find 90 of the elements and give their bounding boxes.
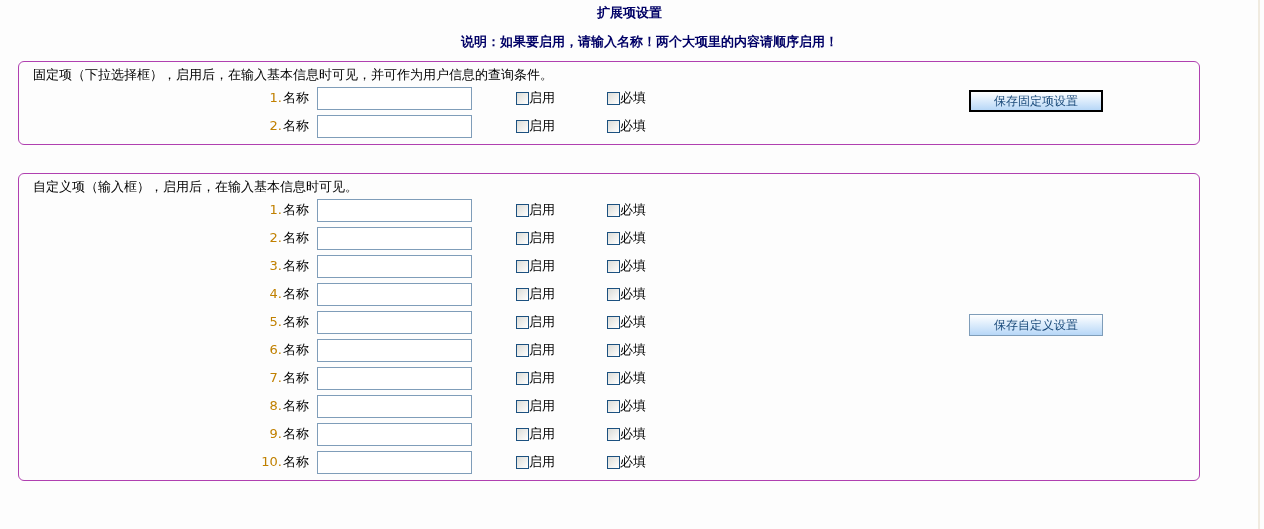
- checkbox[interactable]: [516, 287, 529, 301]
- checkbox-label: 启用: [529, 117, 555, 136]
- field-label: 名称: [283, 425, 309, 444]
- checkbox-label: 必填: [620, 201, 646, 220]
- input-field[interactable]: [317, 366, 472, 390]
- checkbox[interactable]: [516, 91, 529, 105]
- input-field[interactable]: [317, 254, 472, 278]
- checkbox-label: 必填: [620, 89, 646, 108]
- row-number: 6.: [269, 341, 282, 360]
- checkbox[interactable]: [516, 399, 529, 413]
- checkbox[interactable]: [607, 91, 620, 105]
- checkbox[interactable]: [516, 371, 529, 385]
- field-label: 名称: [283, 397, 309, 416]
- checkbox-label: 启用: [529, 425, 555, 444]
- input-field[interactable]: [317, 310, 472, 334]
- field-label: 名称: [283, 341, 309, 360]
- field-label: 名称: [283, 285, 309, 304]
- checkbox-label: 必填: [620, 397, 646, 416]
- checkbox[interactable]: [607, 399, 620, 413]
- row-number: 1.: [269, 201, 282, 220]
- checkbox[interactable]: [607, 259, 620, 273]
- checkbox[interactable]: [516, 315, 529, 329]
- checkbox[interactable]: [516, 455, 529, 469]
- checkbox-label: 必填: [620, 313, 646, 332]
- field-label: 名称: [283, 257, 309, 276]
- checkbox[interactable]: [607, 427, 620, 441]
- checkbox-label: 必填: [620, 285, 646, 304]
- checkbox[interactable]: [516, 427, 529, 441]
- checkbox-label: 启用: [529, 397, 555, 416]
- checkbox-label: 必填: [620, 117, 646, 136]
- input-field[interactable]: [317, 338, 472, 362]
- checkbox-label: 启用: [529, 369, 555, 388]
- row-number: 9.: [269, 425, 282, 444]
- input-field[interactable]: [317, 422, 472, 446]
- input-field[interactable]: [317, 114, 472, 138]
- field-label: 名称: [283, 117, 309, 136]
- row-number: 8.: [269, 397, 282, 416]
- save-button[interactable]: 保存自定义设置: [969, 314, 1103, 336]
- input-field[interactable]: [317, 450, 472, 474]
- input-field[interactable]: [317, 198, 472, 222]
- checkbox-label: 启用: [529, 257, 555, 276]
- checkbox-label: 启用: [529, 341, 555, 360]
- row-number: 7.: [269, 369, 282, 388]
- checkbox-label: 启用: [529, 453, 555, 472]
- checkbox[interactable]: [607, 343, 620, 357]
- field-label: 名称: [283, 369, 309, 388]
- checkbox[interactable]: [516, 231, 529, 245]
- field-label: 名称: [283, 229, 309, 248]
- checkbox[interactable]: [516, 343, 529, 357]
- field-label: 名称: [283, 201, 309, 220]
- checkbox-label: 启用: [529, 285, 555, 304]
- field-label: 名称: [283, 89, 309, 108]
- checkbox[interactable]: [607, 455, 620, 469]
- row-number: 10.: [261, 453, 282, 472]
- checkbox-label: 必填: [620, 369, 646, 388]
- page-title: 扩展项设置: [596, 4, 662, 22]
- field-label: 名称: [283, 453, 309, 472]
- row-number: 1.: [269, 89, 282, 108]
- checkbox[interactable]: [607, 203, 620, 217]
- checkbox-label: 必填: [620, 425, 646, 444]
- checkbox-label: 必填: [620, 453, 646, 472]
- checkbox[interactable]: [516, 259, 529, 273]
- section-description: 固定项（下拉选择框），启用后，在输入基本信息时可见，并可作为用户信息的查询条件。: [32, 66, 554, 84]
- checkbox[interactable]: [607, 119, 620, 133]
- input-field[interactable]: [317, 86, 472, 110]
- checkbox-label: 必填: [620, 229, 646, 248]
- section-description: 自定义项（输入框），启用后，在输入基本信息时可见。: [32, 178, 359, 196]
- checkbox[interactable]: [516, 119, 529, 133]
- checkbox[interactable]: [516, 203, 529, 217]
- input-field[interactable]: [317, 226, 472, 250]
- input-field[interactable]: [317, 394, 472, 418]
- save-button[interactable]: 保存固定项设置: [969, 90, 1103, 112]
- row-number: 2.: [269, 117, 282, 136]
- row-number: 2.: [269, 229, 282, 248]
- row-number: 5.: [269, 313, 282, 332]
- checkbox[interactable]: [607, 371, 620, 385]
- row-number: 4.: [269, 285, 282, 304]
- checkbox-label: 启用: [529, 89, 555, 108]
- checkbox[interactable]: [607, 231, 620, 245]
- checkbox[interactable]: [607, 315, 620, 329]
- checkbox-label: 必填: [620, 341, 646, 360]
- notice-text: 说明：如果要启用，请输入名称！两个大项里的内容请顺序启用！: [460, 33, 838, 51]
- field-label: 名称: [283, 313, 309, 332]
- checkbox[interactable]: [607, 287, 620, 301]
- checkbox-label: 启用: [529, 313, 555, 332]
- checkbox-label: 启用: [529, 201, 555, 220]
- row-number: 3.: [269, 257, 282, 276]
- input-field[interactable]: [317, 282, 472, 306]
- checkbox-label: 启用: [529, 229, 555, 248]
- checkbox-label: 必填: [620, 257, 646, 276]
